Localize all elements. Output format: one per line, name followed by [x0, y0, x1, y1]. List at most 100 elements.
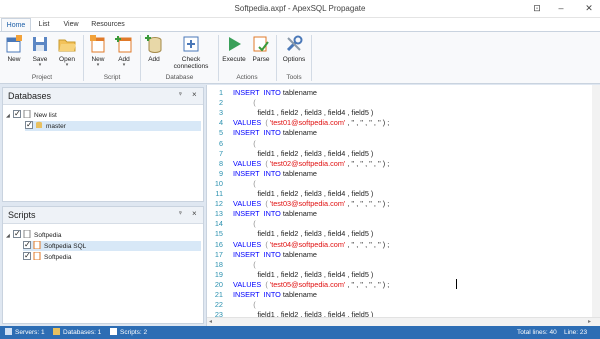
scroll-right-icon[interactable]: ▸	[588, 318, 591, 325]
checkbox[interactable]	[13, 229, 21, 239]
code-line[interactable]: 18 (	[207, 260, 600, 269]
project-save-button[interactable]: Save ▾	[28, 34, 52, 68]
code-line[interactable]: 1 INSERT INTO tablename	[207, 88, 600, 97]
project-open-button[interactable]: Open ▾	[55, 34, 79, 68]
line-number: 4	[218, 118, 223, 128]
tab-resources[interactable]: Resources	[88, 18, 128, 32]
vertical-scrollbar[interactable]	[592, 85, 600, 317]
table-name: tablename	[282, 209, 317, 219]
group-label-database: Database	[165, 74, 194, 81]
chevron-down-icon[interactable]: ▾	[113, 63, 135, 68]
field-list: field1 , field2 , field3 , field4 , fiel…	[257, 229, 374, 239]
code-line[interactable]: 4 VALUES ( 'test01@softpedia.com' , '' , …	[207, 118, 600, 127]
checkbox[interactable]	[23, 240, 31, 250]
group-divider	[140, 35, 141, 81]
horizontal-scrollbar[interactable]: ◂ ▸	[207, 317, 600, 326]
keyword-into: INTO	[263, 168, 281, 178]
code-line[interactable]: 19 field1 , field2 , field3 , field4 , f…	[207, 270, 600, 279]
code-line[interactable]: 20 VALUES ( 'test05@softpedia.com' , '' ,…	[207, 280, 600, 289]
code-text: (	[233, 260, 255, 269]
pin-icon[interactable]: ᵠ	[179, 92, 182, 98]
line-number: 14	[214, 219, 223, 229]
code-line[interactable]: 9 INSERT INTO tablename	[207, 169, 600, 178]
execute-button[interactable]: Execute	[221, 34, 247, 63]
tree-item-softpedia[interactable]: Softpedia	[23, 251, 71, 262]
chevron-down-icon[interactable]: ▾	[28, 63, 52, 68]
status-bar: Servers: 1 Databases: 1 Scripts: 2 Total…	[0, 326, 600, 339]
code-line[interactable]: 7 field1 , field2 , field3 , field4 , fi…	[207, 149, 600, 158]
text-caret	[456, 279, 457, 289]
open-paren: (	[265, 158, 268, 168]
tree-item-master[interactable]: master	[25, 120, 201, 131]
code-text: VALUES ( 'test02@softpedia.com' , '' , '…	[233, 159, 389, 168]
tab-list[interactable]: List	[33, 18, 55, 32]
project-new-button[interactable]: New	[3, 34, 25, 63]
code-text: (	[233, 219, 256, 229]
tree-item-new-list[interactable]: ◢New list	[6, 109, 57, 121]
open-paren: (	[253, 178, 256, 188]
sql-file-icon	[33, 241, 41, 249]
keyword-into: INTO	[263, 249, 281, 259]
values-rest: , '' , '' , '' , '' ) ;	[347, 158, 390, 168]
open-paren: (	[265, 239, 268, 249]
code-line[interactable]: 12 VALUES ( 'test03@softpedia.com' , '' ,…	[207, 199, 600, 208]
expand-arrow-icon[interactable]: ◢	[6, 231, 13, 241]
code-line[interactable]: 3 field1 , field2 , field3 , field4 , fi…	[207, 108, 600, 117]
databases-panel: Databases ᵠ × ◢New list master	[2, 87, 204, 202]
code-line[interactable]: 21 INSERT INTO tablename	[207, 290, 600, 299]
database-add-button[interactable]: Add	[143, 34, 165, 63]
line-number: 7	[218, 148, 223, 158]
string-literal: 'test04@softpedia.com'	[269, 239, 346, 249]
code-line[interactable]: 6 (	[207, 139, 600, 148]
checkbox[interactable]	[25, 120, 33, 130]
code-line[interactable]: 22 (	[207, 300, 600, 309]
sql-editor[interactable]: 1 INSERT INTO tablename 2 (3 field1 , fiel…	[206, 85, 600, 326]
table-name: tablename	[282, 290, 317, 299]
parse-button[interactable]: Parse	[250, 34, 272, 63]
code-line[interactable]: 2 (	[207, 98, 600, 107]
open-paren: (	[253, 219, 256, 229]
checkbox[interactable]	[13, 109, 21, 119]
chevron-down-icon[interactable]: ▾	[55, 63, 79, 68]
minimize-button[interactable]: –	[550, 1, 572, 16]
code-text: INSERT INTO tablename	[233, 169, 317, 178]
code-line[interactable]: 15 field1 , field2 , field3 , field4 , f…	[207, 229, 600, 238]
server-icon	[5, 328, 12, 335]
code-line[interactable]: 13 INSERT INTO tablename	[207, 209, 600, 218]
keyword-insert: INSERT	[233, 128, 260, 138]
table-name: tablename	[282, 128, 317, 138]
expand-arrow-icon[interactable]: ◢	[6, 111, 13, 121]
code-line[interactable]: 10 (	[207, 179, 600, 188]
close-icon[interactable]: ×	[192, 209, 197, 218]
tree-item-softpedia-sql[interactable]: Softpedia SQL	[23, 240, 201, 251]
values-rest: , '' , '' , '' , '' ) ;	[347, 279, 390, 289]
code-line[interactable]: 11 field1 , field2 , field3 , field4 , f…	[207, 189, 600, 198]
check-connections-button[interactable]: Check connections	[168, 34, 214, 70]
script-new-button[interactable]: New ▾	[87, 34, 109, 68]
code-line[interactable]: 16 VALUES ( 'test04@softpedia.com' , '' ,…	[207, 240, 600, 249]
checkbox[interactable]	[23, 251, 31, 261]
keyword-insert: INSERT	[233, 88, 260, 97]
string-literal: 'test02@softpedia.com'	[269, 158, 346, 168]
code-text: field1 , field2 , field3 , field4 , fiel…	[233, 229, 373, 238]
line-number: 12	[214, 199, 223, 209]
code-line[interactable]: 14 (	[207, 219, 600, 228]
close-button[interactable]: ✕	[578, 1, 600, 16]
tab-view[interactable]: View	[58, 18, 84, 32]
open-paren: (	[253, 98, 256, 108]
code-line[interactable]: 17 INSERT INTO tablename	[207, 250, 600, 259]
sql-file-icon	[33, 252, 41, 260]
close-icon[interactable]: ×	[192, 90, 197, 99]
script-add-button[interactable]: Add ▾	[113, 34, 135, 68]
scroll-left-icon[interactable]: ◂	[209, 318, 212, 325]
code-line[interactable]: 5 INSERT INTO tablename	[207, 128, 600, 137]
code-text: INSERT INTO tablename	[233, 88, 317, 97]
chevron-down-icon[interactable]: ▾	[87, 63, 109, 68]
line-number: 22	[214, 300, 223, 310]
code-line[interactable]: 8 VALUES ( 'test02@softpedia.com' , '' , …	[207, 159, 600, 168]
pin-icon[interactable]: ᵠ	[179, 211, 182, 217]
tab-home[interactable]: Home	[1, 18, 31, 32]
tree-item-softpedia-root[interactable]: ◢Softpedia	[6, 229, 61, 241]
options-button[interactable]: Options	[281, 34, 307, 63]
play-icon	[229, 37, 241, 51]
